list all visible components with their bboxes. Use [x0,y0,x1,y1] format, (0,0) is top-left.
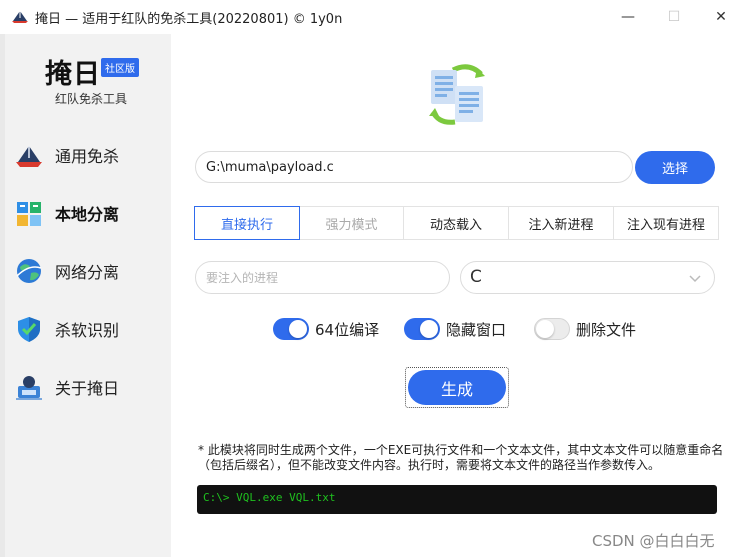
hide-window-toggle[interactable]: 隐藏窗口 [404,317,506,341]
toggle-label: 隐藏窗口 [446,320,507,339]
sidebar-item-network-separation[interactable]: 网络分离 [5,246,171,296]
usage-note: * 此模块将同时生成两个文件，一个EXE可执行文件和一个文本文件，其中文本文件可… [198,443,724,472]
generate-button-focus-ring: 生成 [405,367,509,408]
minimize-button[interactable]: — [605,0,651,34]
edition-badge: 社区版 [101,58,139,77]
delete-file-toggle[interactable]: 删除文件 [534,317,636,341]
compile-64bit-toggle[interactable]: 64位编译 [273,317,379,341]
tab-strong-mode[interactable]: 强力模式 [300,206,404,240]
choose-file-button[interactable]: 选择 [635,151,715,184]
close-button[interactable]: ✕ [698,0,744,34]
process-name-input[interactable] [195,261,450,294]
toggle-label: 删除文件 [576,320,637,339]
toggle-switch[interactable] [534,318,570,340]
sidebar: 掩日 社区版 红队免杀工具 通用免杀 本地分离 网络分离 杀软识别 关于掩日 [5,34,171,557]
ship-icon [16,146,42,167]
toggle-switch[interactable] [273,318,309,340]
mode-tabs: 直接执行 强力模式 动态载入 注入新进程 注入现有进程 [194,206,719,240]
chevron-down-icon [689,275,701,283]
toggle-label: 64位编译 [315,320,380,339]
file-sync-icon [429,64,485,125]
generate-button[interactable]: 生成 [408,370,506,405]
command-console: C:\> VQL.exe VQL.txt [197,485,717,514]
maximize-button[interactable]: ☐ [651,0,697,34]
app-logo-icon [12,11,28,23]
sidebar-item-label: 通用免杀 [55,147,120,166]
sidebar-item-label: 关于掩日 [55,379,120,398]
sidebar-item-label: 本地分离 [55,205,120,224]
sidebar-item-label: 杀软识别 [55,321,120,340]
window-title: 掩日 — 适用于红队的免杀工具(20220801) © 1y0n [35,12,343,27]
tab-direct-execute[interactable]: 直接执行 [194,206,300,240]
blocks-icon [17,202,41,226]
brand-subtitle: 红队免杀工具 [55,92,128,106]
tab-inject-existing-process[interactable]: 注入现有进程 [614,206,719,240]
sidebar-item-av-detection[interactable]: 杀软识别 [5,304,171,354]
globe-icon [16,259,42,283]
language-selected-value: C [470,267,482,287]
sidebar-item-general-bypass[interactable]: 通用免杀 [5,130,171,180]
tab-inject-new-process[interactable]: 注入新进程 [509,206,614,240]
title-bar: 掩日 — 适用于红队的免杀工具(20220801) © 1y0n — ☐ ✕ [0,0,744,34]
brand-title: 掩日 [45,59,101,90]
watermark: CSDN @白白白无 [592,532,715,550]
user-computer-icon [16,376,42,400]
payload-path-input[interactable] [195,151,633,183]
tab-dynamic-load[interactable]: 动态载入 [404,206,509,240]
language-select[interactable]: C [460,261,715,294]
shield-check-icon [18,317,40,342]
toggle-switch[interactable] [404,318,440,340]
sidebar-item-label: 网络分离 [55,263,120,282]
sidebar-item-about[interactable]: 关于掩日 [5,362,171,412]
sidebar-item-local-separation[interactable]: 本地分离 [5,188,171,238]
